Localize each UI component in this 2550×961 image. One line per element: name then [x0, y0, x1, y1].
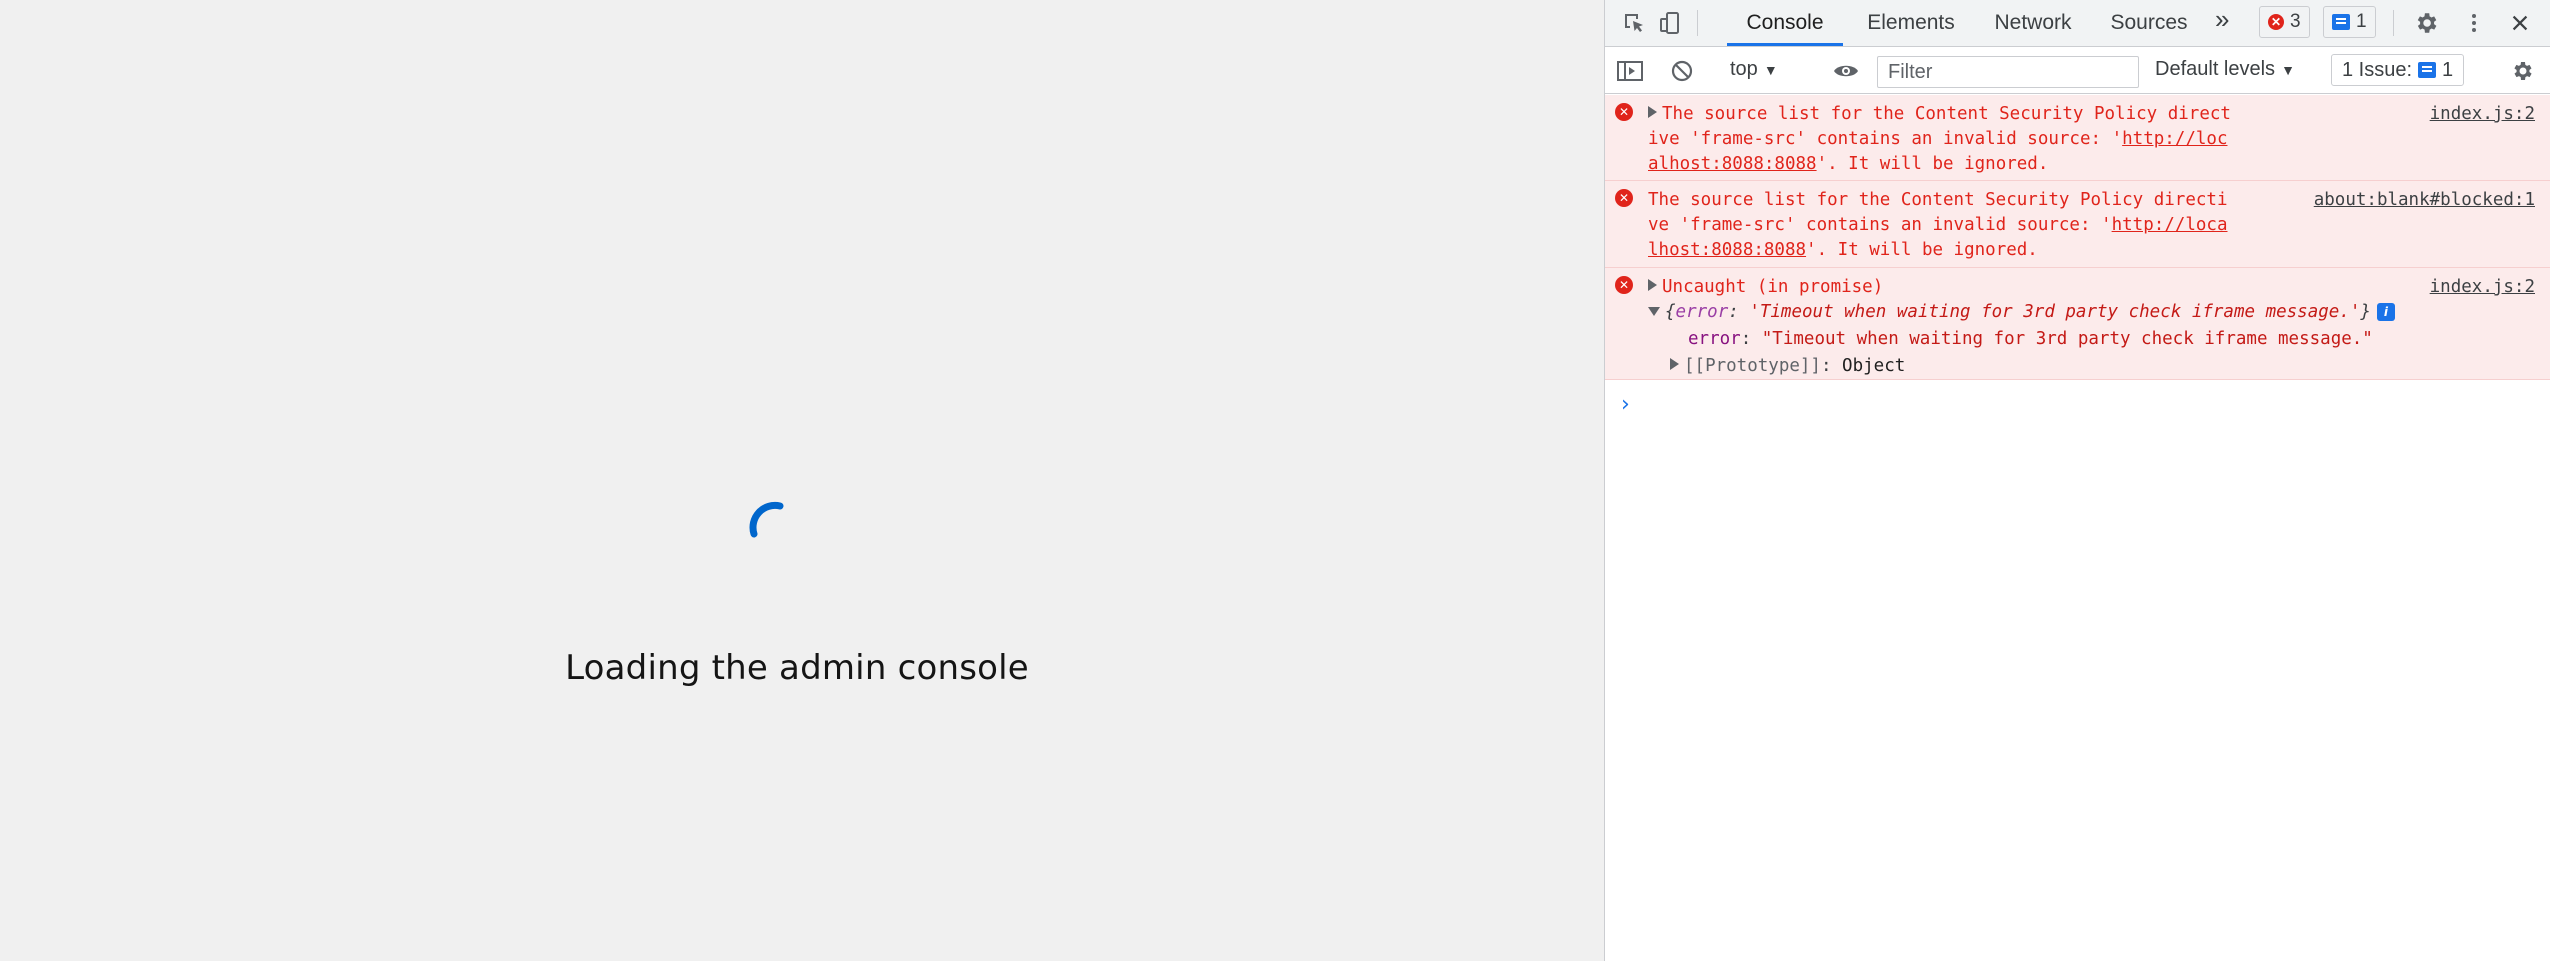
live-expression-eye-icon[interactable] — [1831, 56, 1861, 86]
error-icon: ✕ — [1615, 276, 1633, 294]
console-error-message: ✕ index.js:2 The source list for the Con… — [1605, 95, 2550, 181]
inspect-element-icon[interactable] — [1619, 8, 1649, 38]
tab-sources[interactable]: Sources — [2099, 0, 2199, 46]
message-count: 1 — [2356, 11, 2367, 32]
error-icon: ✕ — [2268, 14, 2284, 30]
settings-gear-icon[interactable] — [2411, 8, 2441, 38]
error-icon: ✕ — [1615, 189, 1633, 207]
tab-network[interactable]: Network — [1983, 0, 2083, 46]
issue-icon — [2418, 62, 2437, 78]
more-options-icon[interactable] — [2459, 8, 2489, 38]
close-devtools-icon[interactable] — [2505, 8, 2535, 38]
error-count: 3 — [2290, 11, 2301, 32]
device-toolbar-icon[interactable] — [1655, 8, 1685, 38]
sidebar-toggle-icon[interactable] — [1615, 56, 1645, 86]
message-count-badge[interactable]: 1 — [2323, 6, 2376, 38]
console-error-message: ✕ about:blank#blocked:1 The source list … — [1605, 181, 2550, 268]
console-output: ✕ index.js:2 The source list for the Con… — [1605, 95, 2550, 380]
expand-triangle-icon[interactable] — [1648, 279, 1657, 291]
error-icon: ✕ — [1615, 103, 1633, 121]
console-error-message: ✕ index.js:2 Uncaught (in promise) {erro… — [1605, 268, 2550, 380]
expand-triangle-icon[interactable] — [1670, 358, 1679, 370]
tab-elements[interactable]: Elements — [1861, 0, 1961, 46]
loading-spinner-icon — [749, 501, 784, 538]
console-settings-gear-icon[interactable] — [2507, 56, 2537, 86]
message-icon — [2332, 14, 2350, 30]
error-count-badge[interactable]: ✕ 3 — [2259, 6, 2310, 38]
info-icon[interactable]: i — [2376, 303, 2395, 321]
source-link[interactable]: index.js:2 — [2430, 102, 2535, 127]
clear-console-icon[interactable] — [1667, 56, 1697, 86]
console-prompt[interactable]: › — [1621, 392, 1630, 417]
loading-message: Loading the admin console — [565, 648, 1029, 688]
tab-console[interactable]: Console — [1727, 0, 1843, 46]
filter-input[interactable] — [1877, 56, 2139, 88]
devtools-tabbar: Console Elements Network Sources » ✕ 3 1 — [1605, 0, 2550, 47]
issues-button[interactable]: 1 Issue: 1 — [2331, 54, 2465, 86]
source-link[interactable]: about:blank#blocked:1 — [2314, 188, 2535, 213]
collapse-triangle-icon[interactable] — [1648, 307, 1660, 316]
source-link[interactable]: index.js:2 — [2430, 275, 2535, 300]
devtools-panel: Console Elements Network Sources » ✕ 3 1 — [1604, 0, 2550, 961]
page-viewport: Loading the admin console — [0, 0, 1604, 961]
console-toolbar: top▼ Default levels▼ 1 Issue: 1 — [1605, 48, 2550, 94]
context-selector[interactable]: top ▼ — [1730, 58, 1778, 81]
log-levels-dropdown[interactable]: Default levels ▼ — [2155, 58, 2295, 81]
expand-triangle-icon[interactable] — [1648, 106, 1657, 118]
more-tabs-icon[interactable]: » — [2215, 4, 2229, 35]
